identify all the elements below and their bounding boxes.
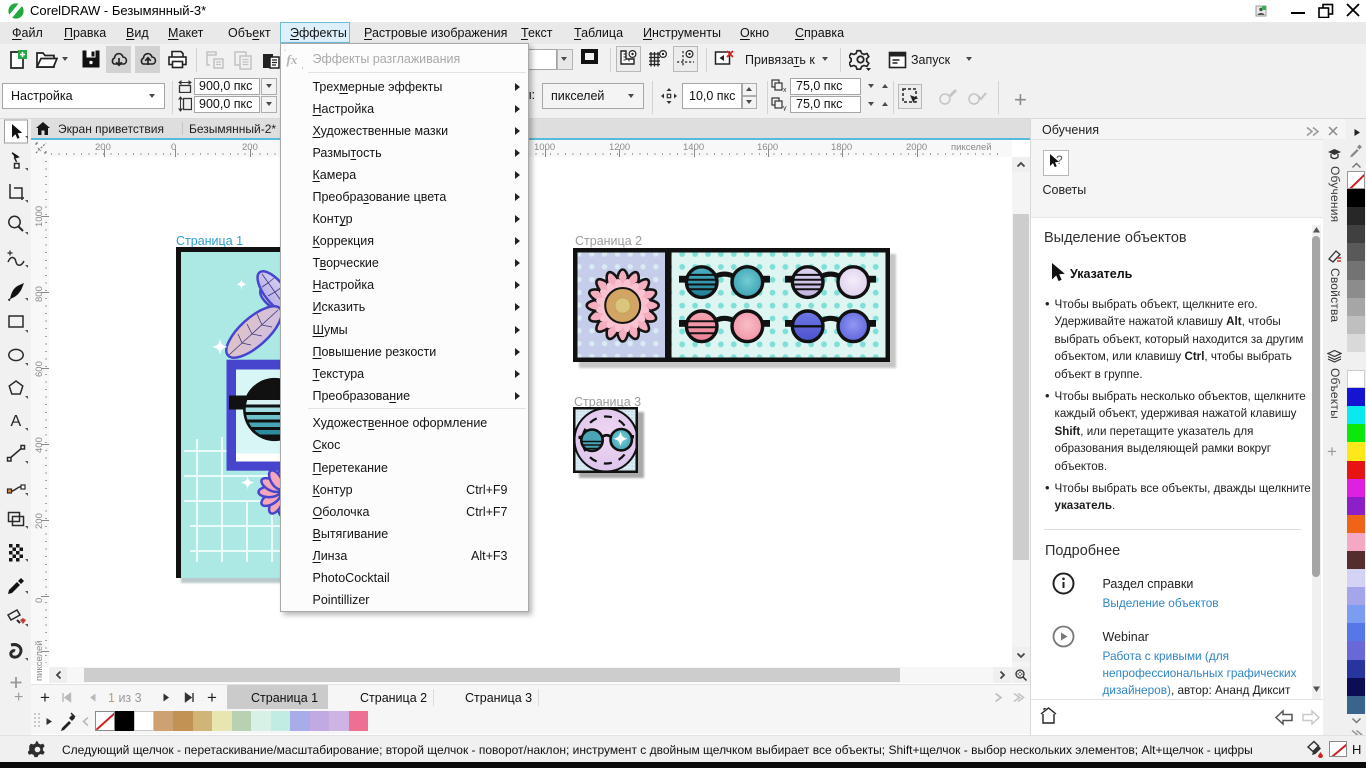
svg-text:y: y	[783, 105, 787, 111]
svg-text:A: A	[11, 413, 22, 430]
svg-text:x: x	[783, 87, 787, 93]
svg-text:?: ?	[1056, 153, 1063, 167]
